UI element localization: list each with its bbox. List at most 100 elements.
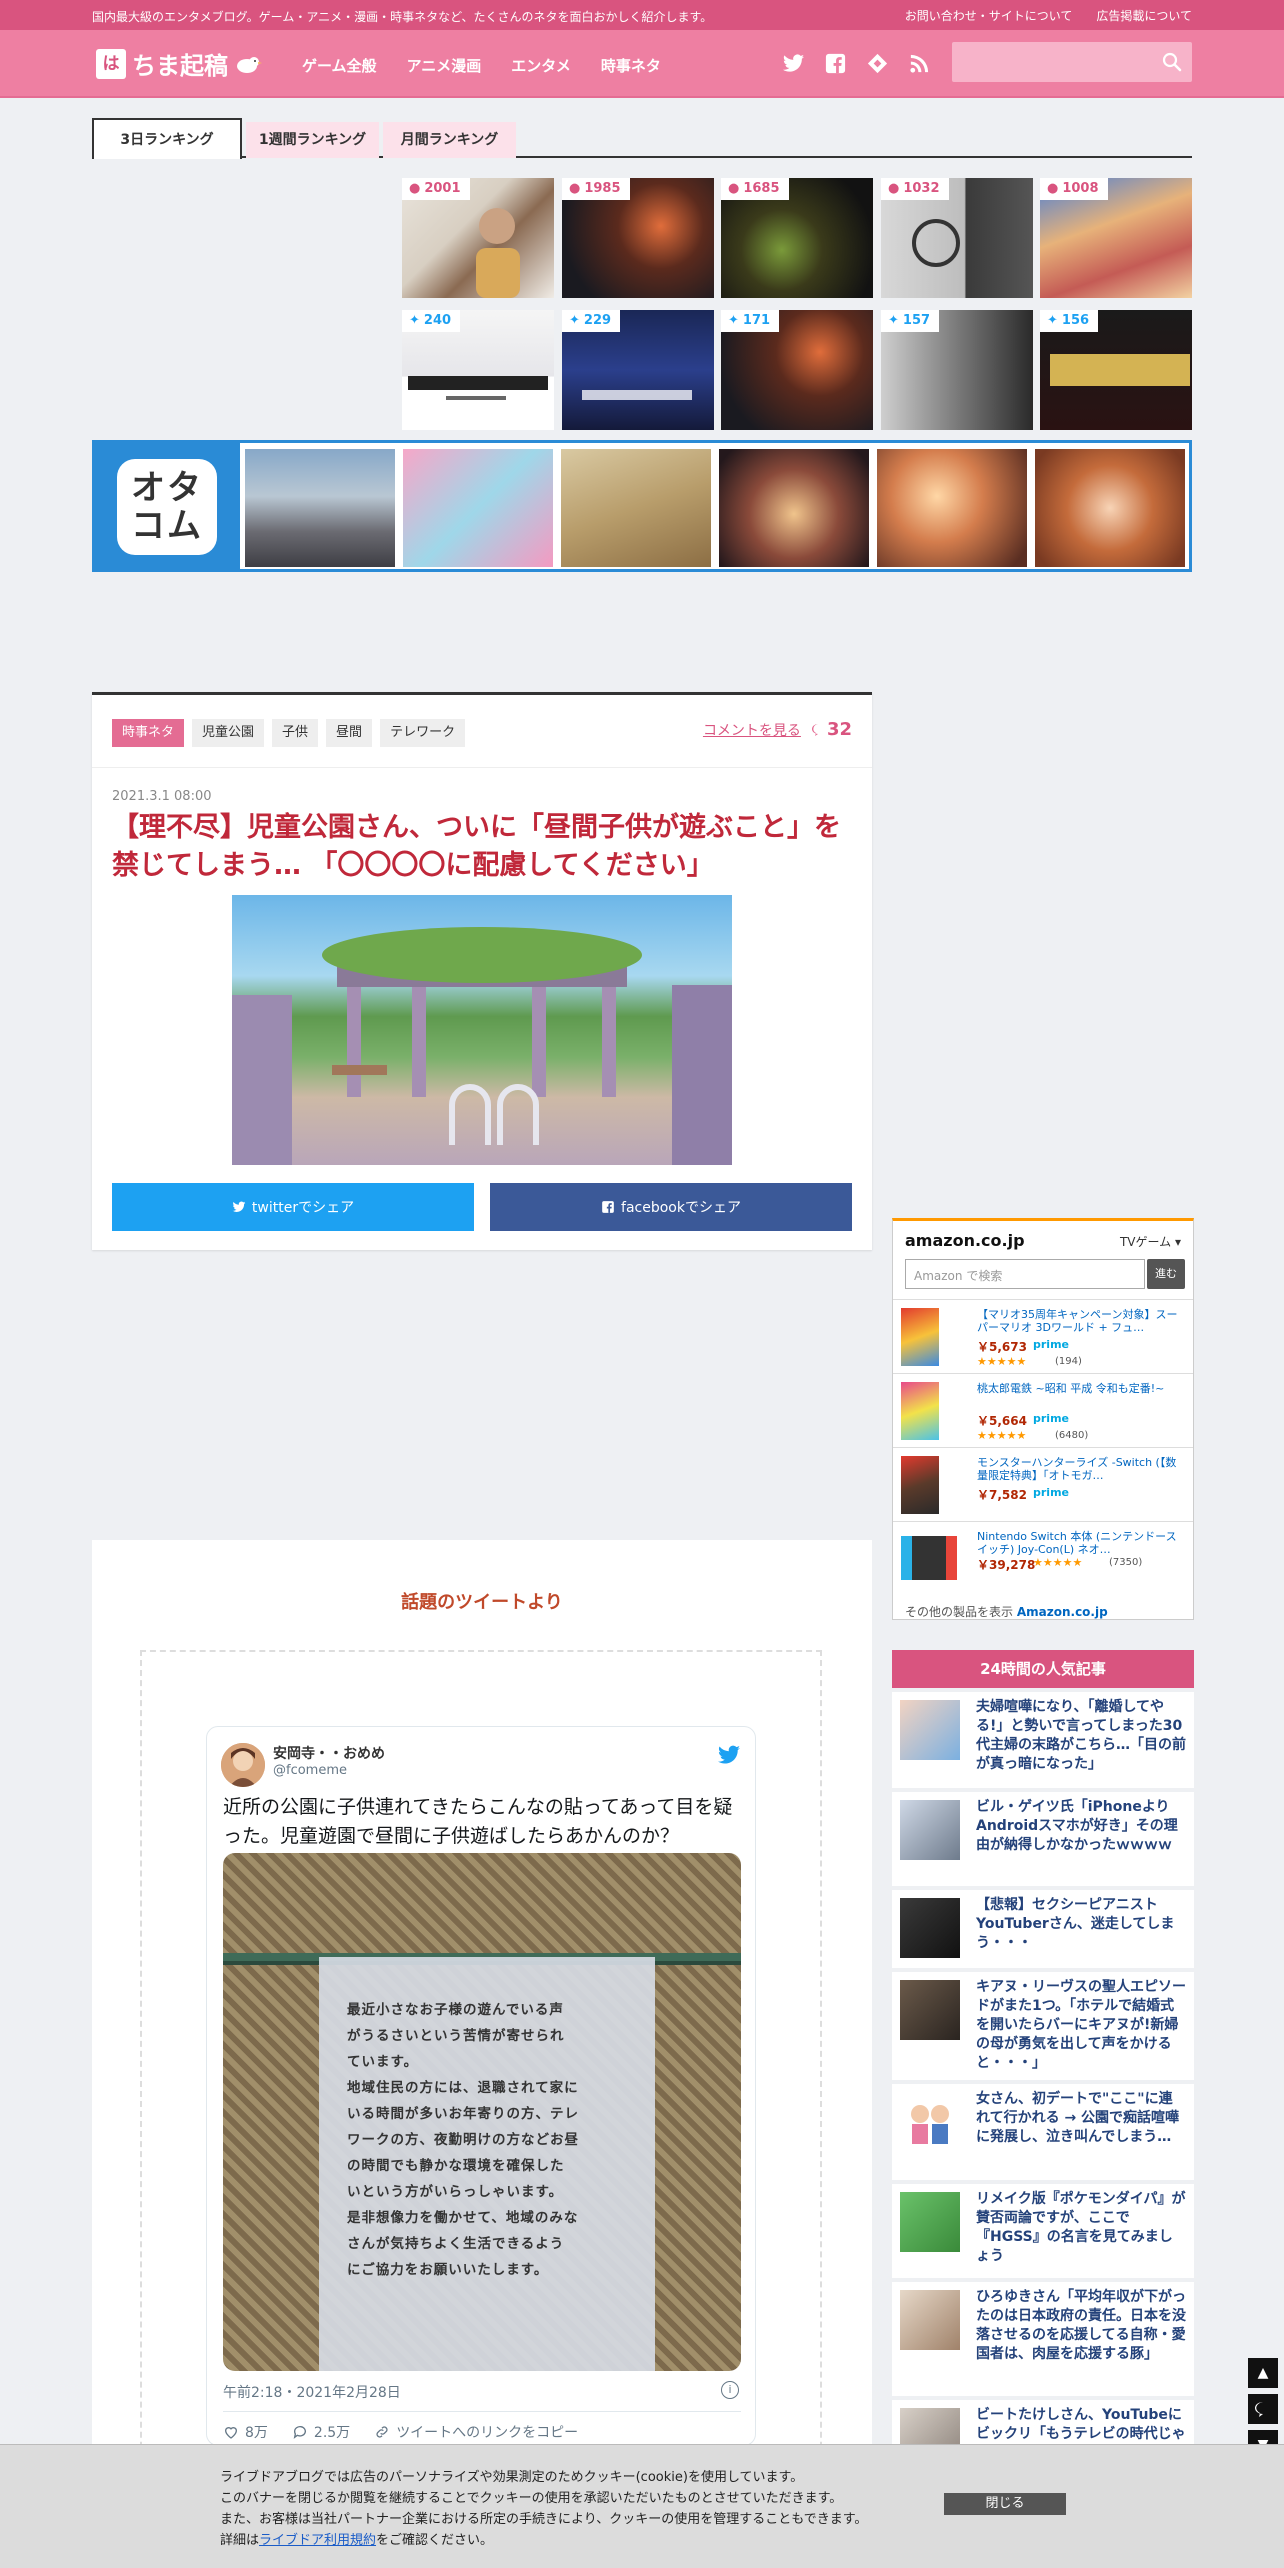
site-logo[interactable]: は ちま起稿 [96, 46, 262, 81]
nav-entertainment[interactable]: エンタメ [511, 55, 571, 76]
review-count[interactable]: (194) [1055, 1356, 1082, 1367]
terms-link[interactable]: ライブドア利用規約 [259, 2533, 376, 2548]
tweet-timestamp[interactable]: 午前2:18・2021年2月28日 [223, 2382, 401, 2402]
product-title[interactable]: モンスターハンターライズ -Switch (【数量限定特典】「オトモガ… [977, 1456, 1183, 1482]
tag-item[interactable]: 昼間 [326, 719, 373, 747]
feedly-icon[interactable] [866, 52, 889, 75]
product-image [901, 1456, 939, 1514]
popular-item[interactable]: キアヌ・リーヴスの聖人エピソードがまた1つ。「ホテルで結婚式を開いたらバーにキア… [892, 1972, 1194, 2080]
ranking-item[interactable]: ✦ 156 [1040, 310, 1192, 430]
comment-icon: ● [409, 181, 421, 196]
rating-stars: ★★★★★ [977, 1429, 1027, 1442]
amazon-product[interactable]: 【マリオ35周年キャンペーン対象】スーパーマリオ 3Dワールド + フュ… ￥5… [893, 1299, 1193, 1373]
comment-shortcut-button[interactable] [1248, 2394, 1278, 2424]
twitter-icon[interactable] [782, 52, 805, 75]
twitter-bird-icon[interactable] [717, 1743, 741, 1767]
popular-item[interactable]: ひろゆきさん「平均年収が下がったのは日本政府の責任。日本を没落させるのを応援して… [892, 2282, 1194, 2396]
advertising-link[interactable]: 広告掲載について [1096, 7, 1192, 24]
amazon-product[interactable]: 桃太郎電鉄 ~昭和 平成 令和も定番!~ ￥5,664 prime ★★★★★ … [893, 1373, 1193, 1447]
otacom-thumbnail[interactable] [403, 449, 553, 567]
product-price: ￥7,582 [977, 1488, 1027, 1502]
tag-item[interactable]: テレワーク [380, 719, 466, 747]
ranking-item[interactable]: ✦ 157 [881, 310, 1033, 430]
ranking-item[interactable]: ● 1985 [562, 178, 714, 298]
search-input[interactable] [952, 42, 1192, 82]
tab-weekly-ranking[interactable]: 1週間ランキング [246, 122, 379, 158]
tag-item[interactable]: 児童公園 [192, 719, 265, 747]
product-title[interactable]: Nintendo Switch 本体 (ニンテンドースイッチ) Joy-Con(… [977, 1530, 1183, 1556]
share-facebook-button[interactable]: facebookでシェア [490, 1183, 852, 1231]
product-title[interactable]: 【マリオ35周年キャンペーン対象】スーパーマリオ 3Dワールド + フュ… [977, 1308, 1183, 1334]
facebook-icon [602, 1201, 614, 1213]
facebook-icon[interactable] [824, 52, 847, 75]
tweet-author-name[interactable]: 安岡寺・・おめめ [273, 1743, 385, 1763]
tweet-author-handle[interactable]: @fcomeme [273, 1763, 347, 1778]
amazon-product[interactable]: モンスターハンターライズ -Switch (【数量限定特典】「オトモガ… ￥7,… [893, 1447, 1193, 1521]
ranking-item[interactable]: ● 2001 [402, 178, 554, 298]
copy-link-action[interactable]: ツイートへのリンクをコピー [374, 2422, 578, 2442]
popular-item[interactable]: 【悲報】セクシーピアニストYouTuberさん、迷走してしまう・・・ [892, 1890, 1194, 1968]
nav-current-news[interactable]: 時事ネタ [601, 55, 661, 76]
embedded-tweet[interactable]: 安岡寺・・おめめ @fcomeme 近所の公園に子供連れてきたらこんなの貼ってあ… [206, 1726, 756, 2446]
article-title: 【理不尽】児童公園さん、ついに「昼間子供が遊ぶこと」を禁じてしまう… 「〇〇〇〇… [112, 812, 841, 881]
cookie-suffix: をご確認ください。 [376, 2533, 494, 2548]
amazon-search-input[interactable]: Amazon で検索 [905, 1259, 1145, 1289]
product-price: ￥39,278 [977, 1558, 1036, 1572]
otacom-thumbnail[interactable] [719, 449, 869, 567]
category-tag[interactable]: 時事ネタ [112, 719, 185, 747]
otacom-banner[interactable]: オタコム [92, 440, 1192, 572]
global-nav: ゲーム全般 アニメ漫画 エンタメ 時事ネタ [302, 55, 661, 76]
otacom-thumbnail[interactable] [245, 449, 395, 567]
otacom-thumbnail[interactable] [877, 449, 1027, 567]
popular-heading: 24時間の人気記事 [892, 1650, 1194, 1688]
amazon-more-link[interactable]: その他の製品を表示 Amazon.co.jp [905, 1603, 1108, 1620]
notice-line: 地域住民の方には、退職されて家に [347, 2080, 579, 2096]
ranking-item[interactable]: ● 1685 [721, 178, 873, 298]
heart-icon [224, 2427, 238, 2439]
tweet-count-badge: ✦ 171 [721, 310, 780, 332]
nav-game[interactable]: ゲーム全般 [302, 55, 377, 76]
amazon-search-button[interactable]: 進む [1147, 1259, 1185, 1289]
rss-icon[interactable] [908, 52, 931, 75]
share-twitter-button[interactable]: twitterでシェア [112, 1183, 474, 1231]
reply-action[interactable]: 2.5万 [292, 2422, 350, 2442]
otacom-thumbnail[interactable] [1035, 449, 1185, 567]
review-count[interactable]: (6480) [1055, 1430, 1088, 1441]
review-count[interactable]: (7350) [1109, 1557, 1142, 1568]
amazon-product[interactable]: Nintendo Switch 本体 (ニンテンドースイッチ) Joy-Con(… [893, 1521, 1193, 1601]
amazon-logo[interactable]: amazon.co.jp [905, 1231, 1025, 1250]
tag-item[interactable]: 子供 [272, 719, 319, 747]
scroll-top-button[interactable]: ▲ [1248, 2358, 1278, 2388]
otacom-thumbnail[interactable] [561, 449, 711, 567]
cookie-close-button[interactable]: 閉じる [944, 2493, 1066, 2515]
divider [92, 767, 872, 768]
ranking-tabs: 3日ランキング 1週間ランキング 月間ランキング [92, 118, 1192, 159]
ranking-item[interactable]: ✦ 171 [721, 310, 873, 430]
popular-title: ビル・ゲイツ氏「iPhoneよりAndroidスマホが好き」その理由が納得しかな… [976, 1799, 1178, 1853]
ranking-item[interactable]: ✦ 240 [402, 310, 554, 430]
tab-3day-ranking[interactable]: 3日ランキング [92, 118, 242, 159]
nav-anime-manga[interactable]: アニメ漫画 [407, 55, 482, 76]
tweet-photo[interactable]: 最近小さなお子様の遊んでいる声 がうるさいという苦情が寄せられ ています。 地域… [223, 1853, 741, 2371]
popular-item[interactable]: 夫婦喧嘩になり、「離婚してやる!」と勢いで言ってしまった30代主婦の末路がこちら… [892, 1692, 1194, 1788]
featured-tweets-section: 話題のツイートより 安岡寺・・おめめ @fcomeme 近所の公園に子供連れてき… [92, 1540, 872, 2568]
tab-monthly-ranking[interactable]: 月間ランキング [383, 122, 516, 158]
amazon-category-select[interactable]: TVゲーム ▾ [1120, 1233, 1181, 1250]
popular-item[interactable]: 女さん、初デートで"ここ"に連れて行かれる → 公園で痴話喧嘩に発展し、泣き叫ん… [892, 2084, 1194, 2180]
ranking-item[interactable]: ● 1032 [881, 178, 1033, 298]
search-icon[interactable] [1162, 52, 1182, 72]
info-icon[interactable]: i [721, 2381, 739, 2399]
ranking-item[interactable]: ● 1008 [1040, 178, 1192, 298]
view-comments-link[interactable]: コメントを見る [703, 720, 801, 740]
popular-item[interactable]: リメイク版『ポケモンダイパ』が賛否両論ですが、ここで『HGSS』の名言を見てみま… [892, 2184, 1194, 2278]
like-action[interactable]: 8万 [223, 2422, 268, 2442]
ranking-item[interactable]: ✦ 229 [562, 310, 714, 430]
avatar[interactable] [221, 1743, 265, 1787]
popular-title: 【悲報】セクシーピアニストYouTuberさん、迷走してしまう・・・ [976, 1897, 1175, 1951]
amazon-site-link[interactable]: Amazon.co.jp [1017, 1605, 1108, 1619]
contact-link[interactable]: お問い合わせ・サイトについて [905, 7, 1073, 24]
popular-item[interactable]: ビル・ゲイツ氏「iPhoneよりAndroidスマホが好き」その理由が納得しかな… [892, 1792, 1194, 1886]
product-title[interactable]: 桃太郎電鉄 ~昭和 平成 令和も定番!~ [977, 1382, 1183, 1395]
prime-badge: prime [1033, 1486, 1069, 1499]
tag-list: 時事ネタ 児童公園 子供 昼間 テレワーク [112, 719, 466, 747]
